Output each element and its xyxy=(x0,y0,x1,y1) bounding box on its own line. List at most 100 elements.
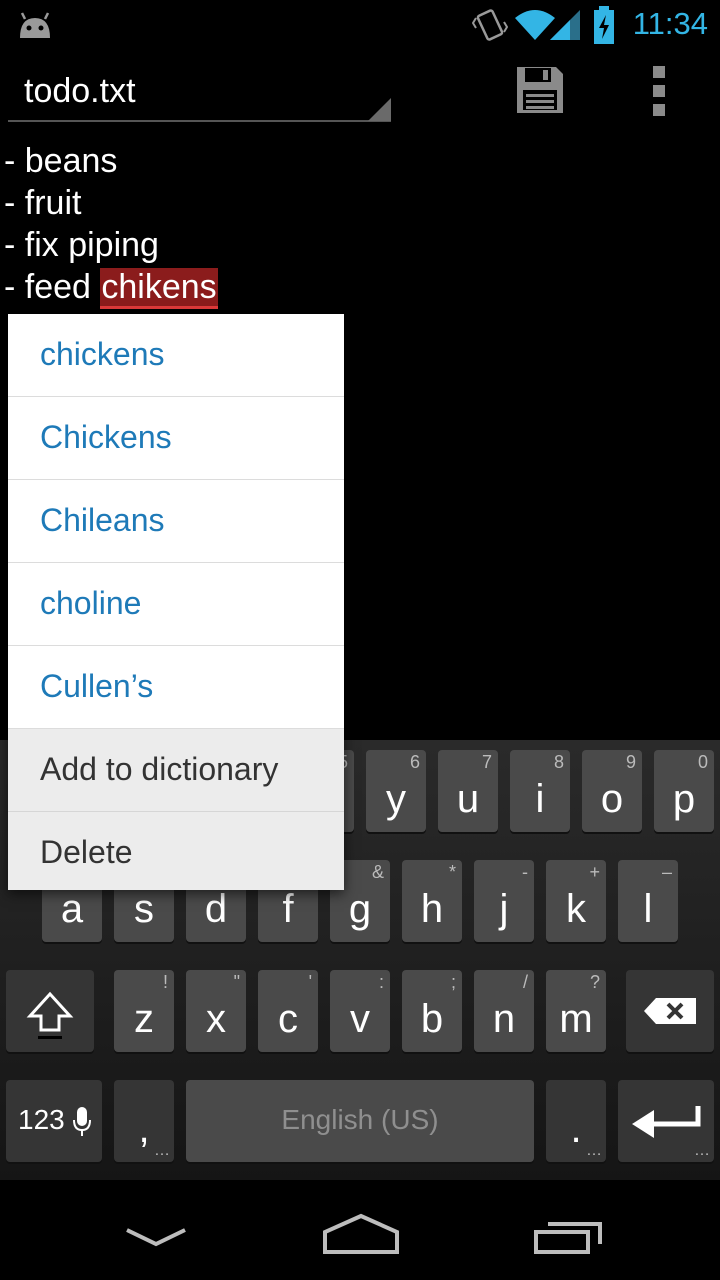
key-hint: / xyxy=(522,972,528,992)
key-hint: 6 xyxy=(409,752,420,772)
more-keys-icon: … xyxy=(586,1142,602,1159)
status-clock: 11:34 xyxy=(632,6,708,41)
symbols-key[interactable]: 123 xyxy=(6,1080,102,1162)
suggestion-item[interactable]: Chickens xyxy=(8,397,344,480)
key-u[interactable]: 7u xyxy=(438,750,498,832)
key-b[interactable]: ; b xyxy=(402,970,462,1052)
more-keys-icon: … xyxy=(154,1142,170,1159)
suggestion-label: Cullen’s xyxy=(40,668,154,704)
key-i[interactable]: 8i xyxy=(510,750,570,832)
more-keys-icon: … xyxy=(694,1142,710,1159)
key-label: u xyxy=(456,777,480,821)
delete-button[interactable]: Delete xyxy=(8,812,344,890)
home-icon[interactable] xyxy=(322,1212,400,1256)
backspace-icon xyxy=(644,998,696,1024)
key-label: m xyxy=(559,997,593,1041)
key-hint: 7 xyxy=(481,752,492,772)
space-key[interactable]: English (US) xyxy=(186,1080,534,1162)
enter-icon xyxy=(632,1106,701,1138)
key-label: o xyxy=(600,777,624,821)
suggestion-item[interactable]: Cullen’s xyxy=(8,646,344,729)
file-name: todo.txt xyxy=(24,72,136,110)
save-icon[interactable] xyxy=(514,64,566,116)
key-label: c xyxy=(278,997,298,1041)
key-label: i xyxy=(535,777,545,821)
vibrate-icon xyxy=(472,9,508,41)
key-label: x xyxy=(206,997,226,1041)
key-k[interactable]: + k xyxy=(546,860,606,942)
navigation-bar xyxy=(0,1180,720,1280)
key-hint: ! xyxy=(162,972,168,992)
key-label: h xyxy=(420,887,444,931)
key-hint: ? xyxy=(589,972,600,992)
key-hint: ; xyxy=(450,972,456,992)
editor-line: - fix piping xyxy=(4,226,159,264)
shift-key[interactable] xyxy=(6,970,94,1052)
android-icon xyxy=(20,12,50,38)
key-label: z xyxy=(134,997,154,1041)
key-z[interactable]: ! z xyxy=(114,970,174,1052)
status-bar: 11:34 xyxy=(0,0,720,50)
action-label: Delete xyxy=(40,834,133,870)
overflow-menu-icon[interactable] xyxy=(650,64,670,118)
text-editor[interactable]: - beans - fruit - fix piping - feed chik… xyxy=(4,140,218,309)
spelling-suggestions-popup: chickens Chickens Chileans choline Culle… xyxy=(8,314,344,890)
key-label: n xyxy=(492,997,516,1041)
key-hint: - xyxy=(522,862,528,882)
key-m[interactable]: ? m xyxy=(546,970,606,1052)
key-hint: ' xyxy=(308,972,312,992)
key-label: p xyxy=(672,777,696,821)
key-label: y xyxy=(386,777,406,821)
key-c[interactable]: ' c xyxy=(258,970,318,1052)
suggestion-item[interactable]: chickens xyxy=(8,314,344,397)
key-hint: + xyxy=(589,862,600,882)
key-hint: 0 xyxy=(697,752,708,772)
shift-icon xyxy=(26,991,74,1039)
key-hint: : xyxy=(378,972,384,992)
suggestion-item[interactable]: choline xyxy=(8,563,344,646)
key-label: f xyxy=(282,887,294,931)
key-l[interactable]: – l xyxy=(618,860,678,942)
key-label: d xyxy=(204,887,228,931)
file-selector-underline xyxy=(8,120,391,122)
action-label: Add to dictionary xyxy=(40,751,279,787)
key-label: k xyxy=(566,887,586,931)
recent-apps-icon[interactable] xyxy=(532,1216,606,1256)
key-label: s xyxy=(134,887,154,931)
key-p[interactable]: 0p xyxy=(654,750,714,832)
back-icon[interactable] xyxy=(124,1226,188,1250)
key-n[interactable]: / n xyxy=(474,970,534,1052)
key-hint: 9 xyxy=(625,752,636,772)
suggestion-item[interactable]: Chileans xyxy=(8,480,344,563)
signal-icon xyxy=(550,10,580,40)
key-label: a xyxy=(60,887,84,931)
editor-line: - beans xyxy=(4,142,118,180)
key-j[interactable]: -j xyxy=(474,860,534,942)
space-key-label: English (US) xyxy=(281,1104,439,1135)
battery-charging-icon xyxy=(594,6,614,44)
key-hint: – xyxy=(661,862,672,882)
key-label: l xyxy=(643,887,653,931)
dropdown-indicator-icon xyxy=(368,98,391,121)
key-hint: * xyxy=(448,862,456,882)
microphone-icon xyxy=(73,1107,91,1136)
delete-key[interactable] xyxy=(626,970,714,1052)
key-label: v xyxy=(350,997,370,1041)
key-x[interactable]: " x xyxy=(186,970,246,1052)
key-label: b xyxy=(420,997,444,1041)
key-hint: " xyxy=(233,972,240,992)
period-key[interactable]: . … xyxy=(546,1080,606,1162)
key-y[interactable]: 6y xyxy=(366,750,426,832)
add-to-dictionary-button[interactable]: Add to dictionary xyxy=(8,729,344,812)
comma-key[interactable]: , … xyxy=(114,1080,174,1162)
key-hint: & xyxy=(371,862,384,882)
enter-key[interactable]: … xyxy=(618,1080,714,1162)
suggestion-label: chickens xyxy=(40,336,165,372)
suggestion-label: Chickens xyxy=(40,419,172,455)
key-o[interactable]: 9o xyxy=(582,750,642,832)
key-v[interactable]: :v xyxy=(330,970,390,1052)
symbols-key-label: 123 xyxy=(18,1104,65,1135)
editor-line: - fruit xyxy=(4,184,82,222)
key-h[interactable]: * h xyxy=(402,860,462,942)
misspelled-word[interactable]: chikens xyxy=(100,268,218,309)
